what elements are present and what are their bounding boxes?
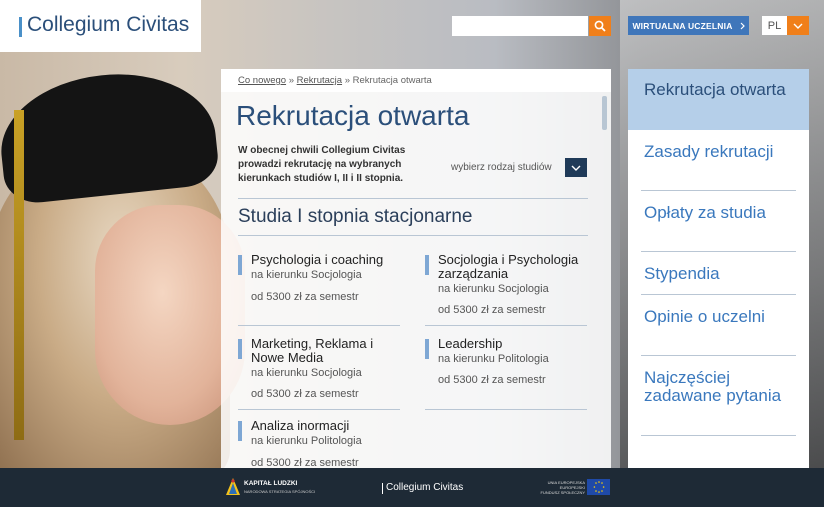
course-price: od 5300 zł za semestr xyxy=(438,374,546,386)
kapital-ludzki-icon xyxy=(226,478,240,495)
page-title: Rekrutacja otwarta xyxy=(236,100,470,131)
divider xyxy=(238,235,588,236)
course-card[interactable]: Marketing, Reklama i Nowe Media na kieru… xyxy=(238,337,400,411)
chevron-down-icon xyxy=(793,23,803,29)
course-name[interactable]: Analiza inormacji xyxy=(251,419,349,433)
scrollbar[interactable] xyxy=(600,94,610,468)
course-card[interactable]: Analiza inormacji na kierunku Politologi… xyxy=(238,419,400,468)
sidebar-active-highlight xyxy=(628,69,809,130)
chevron-down-icon xyxy=(571,165,581,171)
breadcrumb-separator: » xyxy=(344,75,350,86)
language-dropdown-button[interactable] xyxy=(787,16,809,35)
eu-text: UNIA EUROPEJSKA EUROPEJSKI FUNDUSZ SPOŁE… xyxy=(540,480,585,495)
chevron-right-icon xyxy=(740,22,745,29)
search-icon xyxy=(594,20,606,32)
course-field: na kierunku Politologia xyxy=(438,353,549,365)
course-price: od 5300 zł za semestr xyxy=(251,457,359,468)
course-marker xyxy=(425,255,429,275)
kapital-ludzki-title: KAPITAŁ LUDZKI xyxy=(244,480,298,487)
sidebar-divider xyxy=(641,294,796,295)
virtual-university-button[interactable]: WIRTUALNA UCZELNIA xyxy=(628,16,749,35)
footer-logo-mark xyxy=(382,483,383,494)
sidebar-item-opinions[interactable]: Opinie o uczelni xyxy=(644,308,794,326)
course-marker xyxy=(238,339,242,359)
course-divider xyxy=(425,409,587,410)
footer: KAPITAŁ LUDZKI NARODOWA STRATEGIA SPÓJNO… xyxy=(0,468,824,507)
course-card[interactable]: Leadership na kierunku Politologia od 53… xyxy=(425,337,587,411)
sidebar-divider xyxy=(641,355,796,356)
course-name[interactable]: Marketing, Reklama i Nowe Media xyxy=(251,337,391,365)
logo-text: Collegium Civitas xyxy=(27,13,190,36)
course-price: od 5300 zł za semestr xyxy=(251,388,359,400)
logo[interactable]: Collegium Civitas xyxy=(0,0,201,52)
breadcrumb-link-recruitment[interactable]: Rekrutacja xyxy=(297,75,342,86)
breadcrumb: Co nowego » Rekrutacja » Rekrutacja otwa… xyxy=(238,75,432,86)
course-price: od 5300 zł za semestr xyxy=(438,304,546,316)
virtual-university-label: WIRTUALNA UCZELNIA xyxy=(632,20,733,31)
sidebar-item-open-recruitment[interactable]: Rekrutacja otwarta xyxy=(644,81,794,99)
breadcrumb-current: Rekrutacja otwarta xyxy=(352,75,432,86)
language-switcher[interactable]: PL xyxy=(762,16,809,35)
language-code: PL xyxy=(762,16,787,35)
breadcrumb-separator: » xyxy=(288,75,294,86)
search-input[interactable] xyxy=(452,16,588,36)
sidebar-divider xyxy=(641,190,796,191)
sidebar-nav: Rekrutacja otwarta Zasady rekrutacji Opł… xyxy=(628,69,809,468)
breadcrumb-strip: Co nowego » Rekrutacja » Rekrutacja otwa… xyxy=(221,69,611,92)
intro-text: W obecnej chwili Collegium Civitas prowa… xyxy=(238,145,406,184)
sidebar-item-scholarships[interactable]: Stypendia xyxy=(644,265,794,283)
course-card[interactable]: Psychologia i coaching na kierunku Socjo… xyxy=(238,253,400,327)
course-field: na kierunku Socjologia xyxy=(251,367,362,379)
study-type-select-button[interactable] xyxy=(565,158,587,177)
course-marker xyxy=(238,255,242,275)
eu-flag-icon xyxy=(587,479,610,495)
footer-logo-text[interactable]: Collegium Civitas xyxy=(386,482,463,493)
scrollbar-thumb[interactable] xyxy=(602,96,607,130)
study-type-select-label[interactable]: wybierz rodzaj studiów xyxy=(451,162,552,173)
course-marker xyxy=(425,339,429,359)
course-field: na kierunku Politologia xyxy=(251,435,362,447)
sidebar-divider xyxy=(641,251,796,252)
main-content-panel: Co nowego » Rekrutacja » Rekrutacja otwa… xyxy=(221,69,611,468)
course-divider xyxy=(425,325,587,326)
course-divider xyxy=(238,409,400,410)
logo-mark xyxy=(19,17,22,37)
course-name[interactable]: Socjologia i Psychologia zarządzania xyxy=(438,253,588,281)
course-divider xyxy=(238,325,400,326)
search-box xyxy=(452,16,611,36)
sidebar-item-faq[interactable]: Najczęściej zadawane pytania xyxy=(644,369,794,405)
sidebar-item-recruitment-rules[interactable]: Zasady rekrutacji xyxy=(644,143,794,161)
course-name[interactable]: Psychologia i coaching xyxy=(251,253,383,267)
graduation-tassel xyxy=(14,110,24,440)
eu-stars-icon xyxy=(593,481,604,493)
divider xyxy=(238,198,588,199)
sidebar-item-fees[interactable]: Opłaty za studia xyxy=(644,204,794,222)
course-field: na kierunku Socjologia xyxy=(438,283,549,295)
kapital-ludzki-subtitle: NARODOWA STRATEGIA SPÓJNOŚCI xyxy=(244,489,316,494)
breadcrumb-link-news[interactable]: Co nowego xyxy=(238,75,286,86)
course-name[interactable]: Leadership xyxy=(438,337,502,351)
course-marker xyxy=(238,421,242,441)
sidebar-divider xyxy=(641,435,796,436)
kapital-ludzki-logo[interactable]: KAPITAŁ LUDZKI NARODOWA STRATEGIA SPÓJNO… xyxy=(224,476,315,498)
section-title: Studia I stopnia stacjonarne xyxy=(238,206,473,227)
course-field: na kierunku Socjologia xyxy=(251,269,362,281)
search-button[interactable] xyxy=(589,16,611,36)
course-price: od 5300 zł za semestr xyxy=(251,291,359,303)
course-card[interactable]: Socjologia i Psychologia zarządzania na … xyxy=(425,253,587,327)
graduation-cap xyxy=(0,64,221,206)
